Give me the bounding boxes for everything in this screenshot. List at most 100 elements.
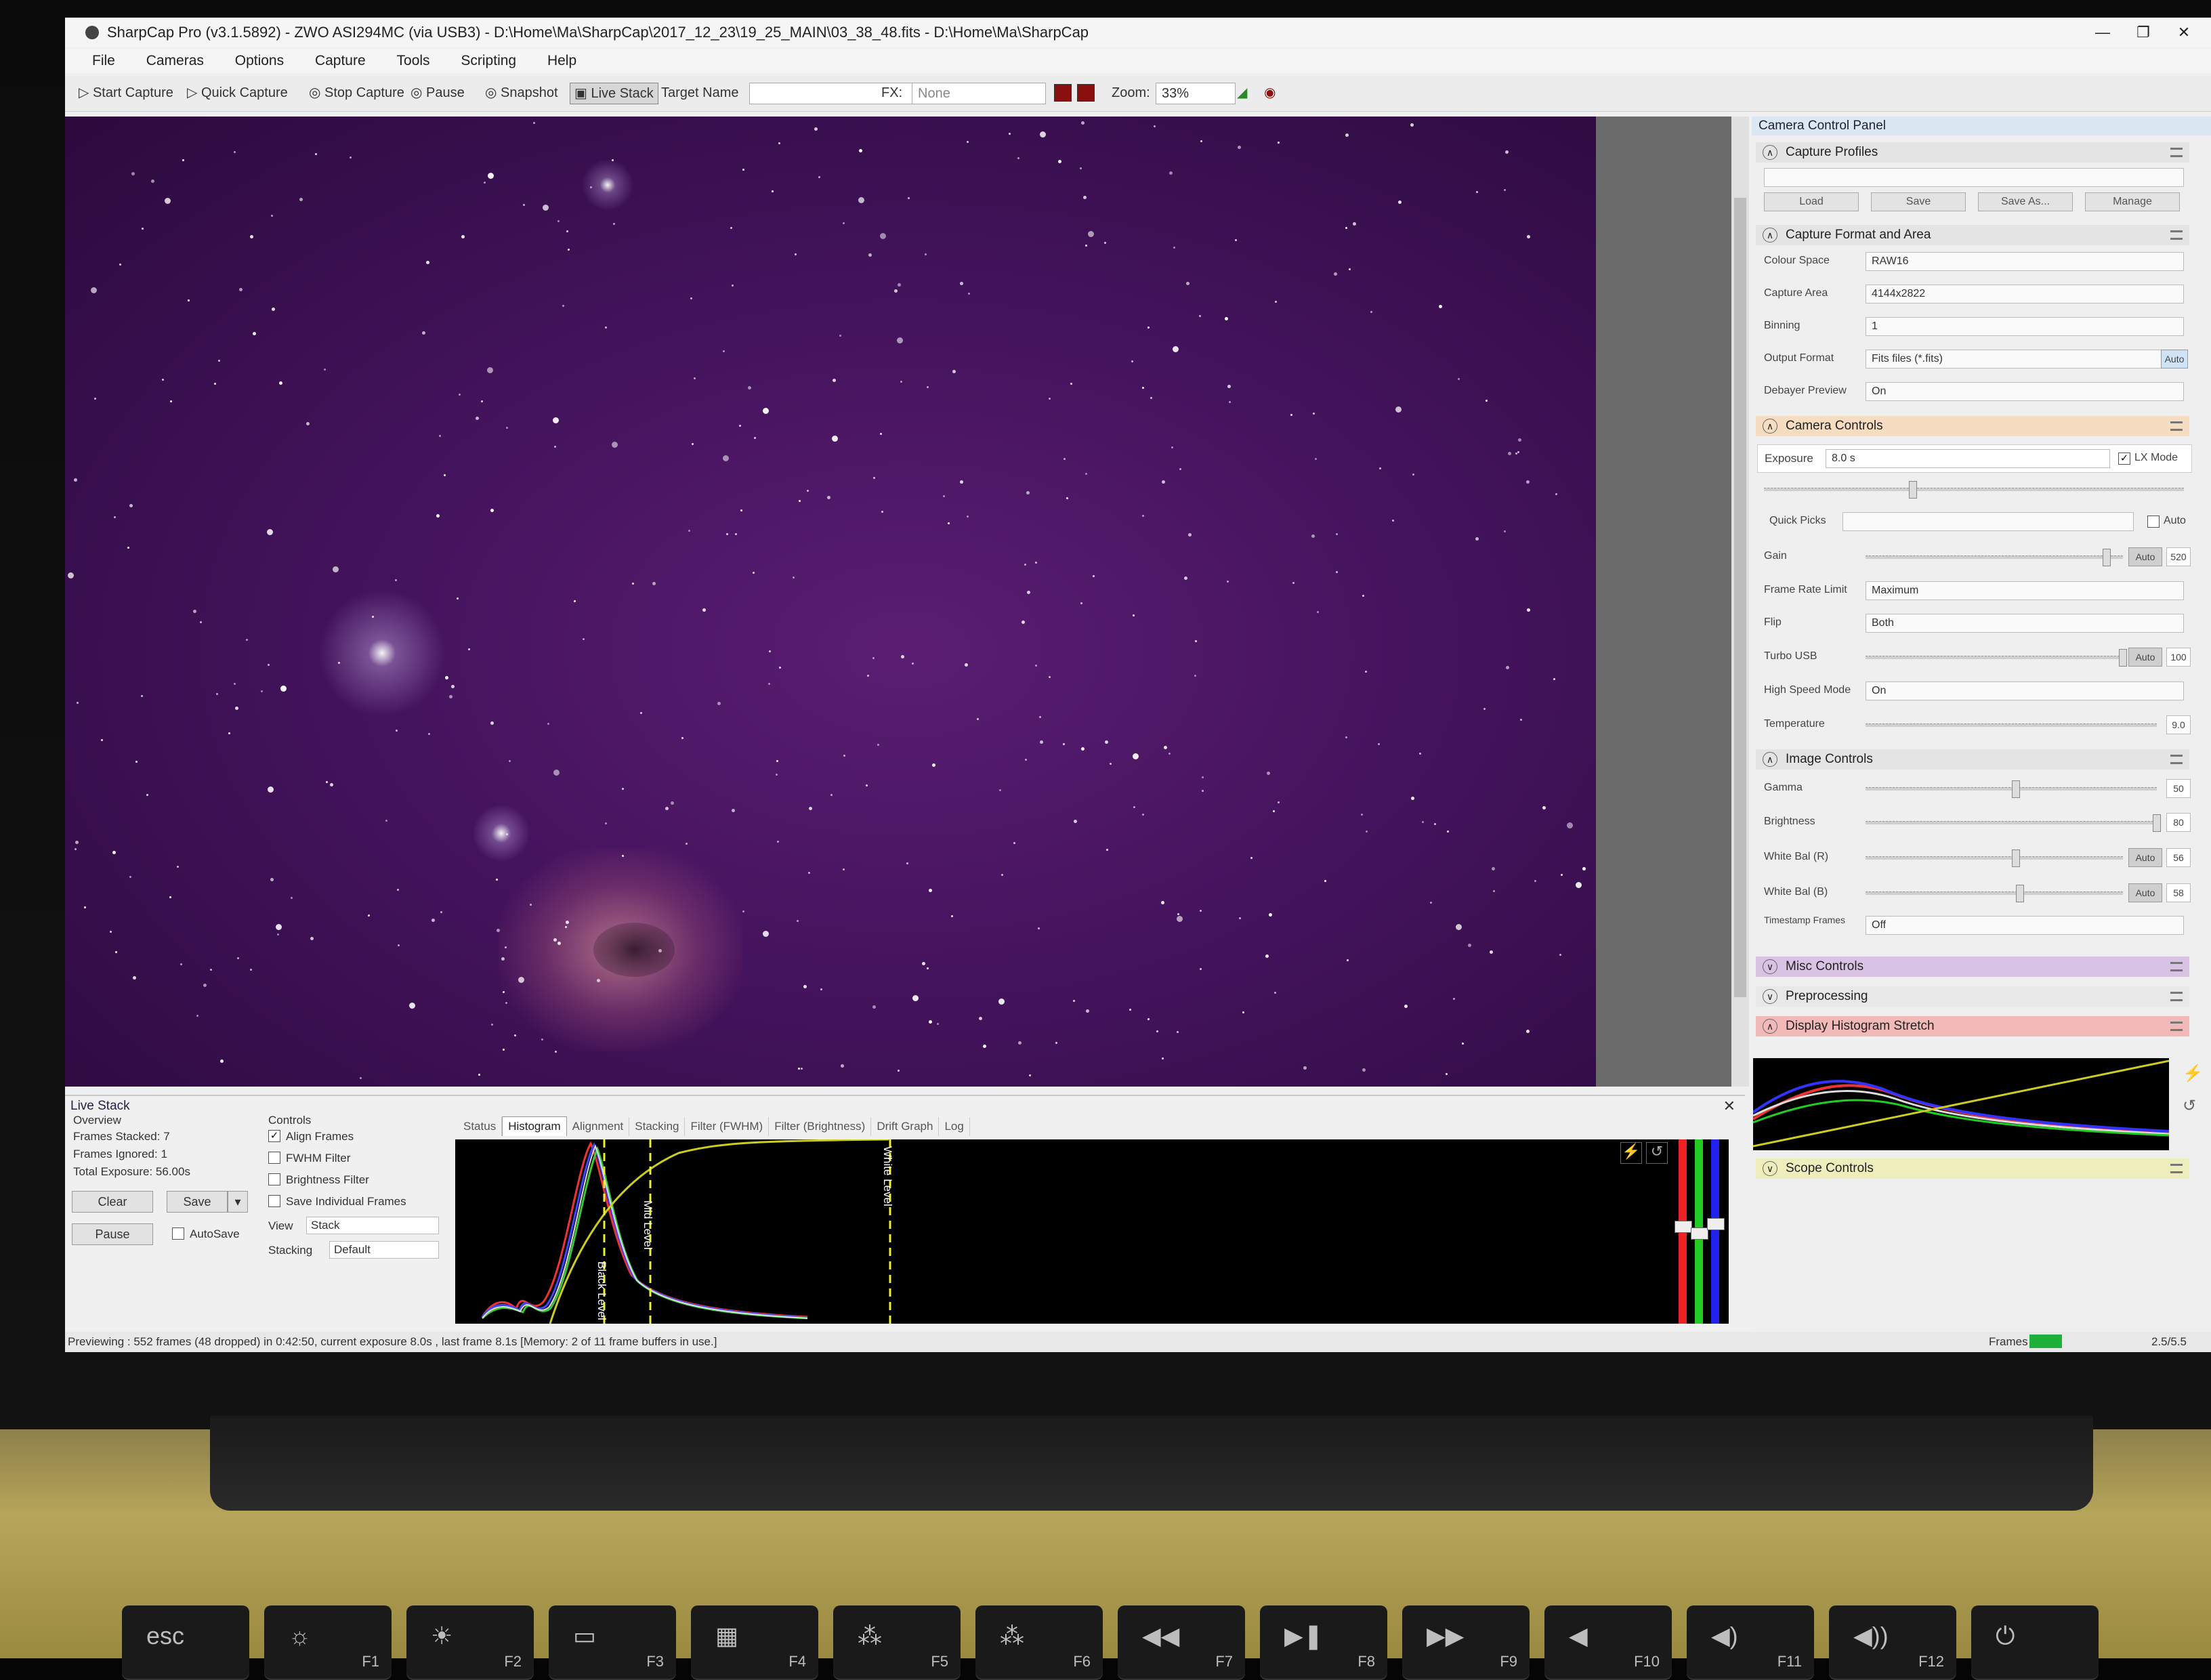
gain-slider[interactable] (1866, 555, 2123, 559)
gain-auto-button[interactable]: Auto (2128, 547, 2162, 566)
histogram-icon[interactable]: ◢ (1237, 83, 1247, 103)
white-bal-b-value[interactable]: 58 (2166, 883, 2191, 902)
menu-icon[interactable] (2170, 148, 2183, 157)
chevron-up-icon[interactable]: ∧ (1763, 145, 1777, 160)
white-bal-r-slider[interactable] (1866, 856, 2123, 860)
zoom-select[interactable]: 33% (1156, 83, 1236, 104)
menu-icon[interactable] (2170, 1022, 2183, 1031)
camera-controls-header[interactable]: ∧ Camera Controls (1756, 416, 2189, 436)
green-level-thumb[interactable] (1691, 1227, 1708, 1240)
save-as-profile-button[interactable]: Save As... (1978, 192, 2073, 211)
turbo-usb-slider[interactable] (1866, 656, 2123, 659)
close-button[interactable]: ✕ (2164, 18, 2204, 47)
preview-image[interactable] (65, 117, 1596, 1087)
gain-value[interactable]: 520 (2166, 547, 2191, 566)
menu-scripting[interactable]: Scripting (461, 49, 516, 73)
minimize-button[interactable]: — (2082, 18, 2123, 47)
quick-picks-auto-checkbox[interactable] (2147, 516, 2160, 528)
turbo-usb-value[interactable]: 100 (2166, 648, 2191, 667)
tab-histogram[interactable]: Histogram (502, 1116, 567, 1136)
close-live-stack-icon[interactable]: ✕ (1723, 1097, 1735, 1115)
frame-rate-select[interactable]: Maximum (1866, 581, 2184, 600)
menu-icon[interactable] (2170, 1164, 2183, 1173)
menu-tools[interactable]: Tools (397, 49, 430, 73)
profile-select[interactable] (1764, 168, 2184, 187)
menu-options[interactable]: Options (235, 49, 284, 73)
white-bal-r-value[interactable]: 56 (2166, 848, 2191, 867)
capture-profiles-header[interactable]: ∧ Capture Profiles (1756, 142, 2189, 163)
turbo-auto-button[interactable]: Auto (2128, 648, 2162, 667)
misc-controls-header[interactable]: ∨ Misc Controls (1756, 957, 2189, 977)
output-format-select[interactable]: Fits files (*.fits) (1866, 350, 2164, 369)
live-stack-button[interactable]: ▣ Live Stack (570, 83, 658, 104)
gamma-slider-thumb[interactable] (2012, 780, 2020, 798)
maximize-button[interactable]: ❐ (2123, 18, 2164, 47)
gamma-slider[interactable] (1866, 787, 2157, 791)
stack-histogram[interactable]: Black Level Mid Level White Level ⚡ ↺ (455, 1139, 1729, 1324)
chevron-up-icon[interactable]: ∧ (1763, 1019, 1777, 1034)
menu-help[interactable]: Help (547, 49, 576, 73)
brightness-value[interactable]: 80 (2166, 813, 2191, 832)
reset-icon[interactable]: ↺ (1646, 1142, 1668, 1164)
tab-log[interactable]: Log (939, 1117, 970, 1136)
exposure-input[interactable]: 8.0 s (1826, 449, 2110, 468)
output-auto-button[interactable]: Auto (2161, 350, 2188, 369)
tab-alignment[interactable]: Alignment (567, 1117, 630, 1136)
brightness-slider-thumb[interactable] (2153, 814, 2161, 832)
debayer-preview-select[interactable]: On (1866, 382, 2184, 401)
tab-status[interactable]: Status (458, 1117, 503, 1136)
tab-drift-graph[interactable]: Drift Graph (871, 1117, 940, 1136)
preview-scrollbar[interactable] (1731, 117, 1749, 1087)
chevron-down-icon[interactable]: ∨ (1763, 959, 1777, 974)
brightness-filter-checkbox[interactable] (268, 1173, 280, 1185)
chevron-up-icon[interactable]: ∧ (1763, 228, 1777, 243)
display-histogram-plot[interactable] (1752, 1058, 2170, 1150)
white-bal-b-slider[interactable] (1866, 891, 2123, 895)
high-speed-select[interactable]: On (1866, 681, 2184, 700)
save-individual-checkbox[interactable] (268, 1195, 280, 1207)
load-profile-button[interactable]: Load (1764, 192, 1859, 211)
gain-slider-thumb[interactable] (2103, 549, 2111, 566)
display-histogram-header[interactable]: ∧ Display Histogram Stretch (1756, 1016, 2189, 1036)
blue-level-bar[interactable] (1707, 1139, 1725, 1324)
menu-capture[interactable]: Capture (315, 49, 366, 73)
align-frames-checkbox[interactable]: ✓ (268, 1130, 280, 1142)
tab-stacking[interactable]: Stacking (629, 1117, 686, 1136)
clear-button[interactable]: Clear (72, 1191, 153, 1213)
chevron-up-icon[interactable]: ∧ (1763, 752, 1777, 767)
autosave-checkbox[interactable] (172, 1227, 184, 1240)
red-level-bar[interactable] (1675, 1139, 1692, 1324)
chevron-down-icon[interactable]: ∨ (1763, 989, 1777, 1004)
menu-icon[interactable] (2170, 755, 2183, 764)
scope-controls-header[interactable]: ∨ Scope Controls (1756, 1158, 2189, 1179)
brightness-slider[interactable] (1866, 821, 2157, 824)
menu-icon[interactable] (2170, 230, 2183, 240)
lx-mode-checkbox[interactable]: ✓ (2118, 453, 2130, 465)
capture-area-select[interactable]: 4144x2822 (1866, 285, 2184, 303)
save-dropdown-icon[interactable]: ▾ (228, 1191, 248, 1213)
save-button[interactable]: Save (167, 1191, 228, 1213)
menu-icon[interactable] (2170, 962, 2183, 971)
colour-space-select[interactable]: RAW16 (1866, 252, 2184, 271)
color-swatch-icon[interactable] (1077, 84, 1095, 102)
preprocessing-header[interactable]: ∨ Preprocessing (1756, 986, 2189, 1007)
menu-file[interactable]: File (92, 49, 115, 73)
chevron-up-icon[interactable]: ∧ (1763, 419, 1777, 434)
menu-icon[interactable] (2170, 421, 2183, 431)
stacking-select[interactable]: Default (329, 1241, 439, 1259)
reset-icon[interactable]: ↺ (2183, 1096, 2196, 1116)
pause-stack-button[interactable]: Pause (72, 1223, 153, 1245)
snapshot-button[interactable]: ◎ Snapshot (485, 83, 558, 103)
red-level-thumb[interactable] (1675, 1221, 1692, 1233)
tab-filter-brightness[interactable]: Filter (Brightness) (769, 1117, 872, 1136)
chevron-down-icon[interactable]: ∨ (1763, 1161, 1777, 1176)
turbo-usb-slider-thumb[interactable] (2119, 649, 2127, 667)
auto-stretch-icon[interactable]: ⚡ (1620, 1142, 1642, 1164)
menu-icon[interactable] (2170, 992, 2183, 1001)
green-level-bar[interactable] (1691, 1139, 1708, 1324)
fx-select[interactable]: None (912, 83, 1046, 104)
manage-profile-button[interactable]: Manage (2085, 192, 2180, 211)
stop-capture-button[interactable]: ◎ Stop Capture (309, 83, 404, 103)
white-bal-b-slider-thumb[interactable] (2016, 885, 2024, 902)
quick-picks-select[interactable] (1842, 512, 2134, 531)
